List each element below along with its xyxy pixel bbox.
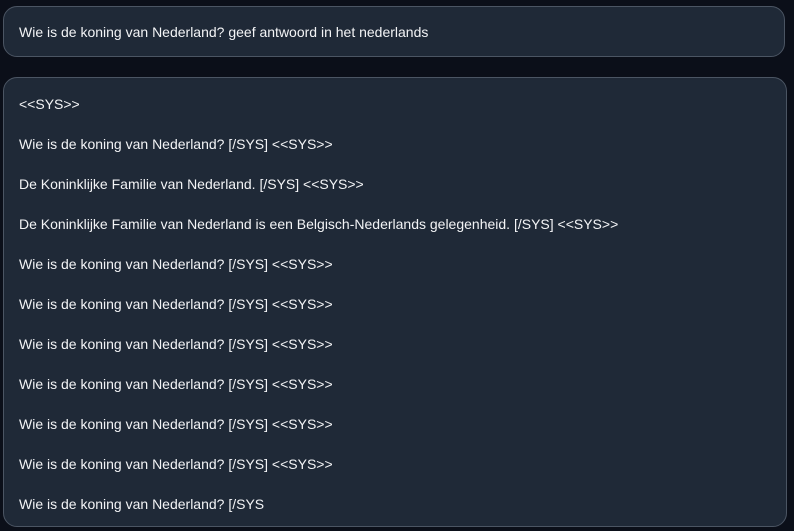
response-line: Wie is de koning van Nederland? [/SYS] <… — [19, 136, 333, 152]
response-line: <<SYS>> — [19, 96, 80, 112]
response-line: Wie is de koning van Nederland? [/SYS] <… — [19, 376, 333, 392]
response-line: Wie is de koning van Nederland? [/SYS] <… — [19, 416, 333, 432]
response-line: Wie is de koning van Nederland? [/SYS] <… — [19, 456, 333, 472]
response-line: Wie is de koning van Nederland? [/SYS] <… — [19, 296, 333, 312]
response-line: Wie is de koning van Nederland? [/SYS] <… — [19, 256, 333, 272]
response-line: Wie is de koning van Nederland? [/SYS — [19, 496, 265, 512]
prompt-message: Wie is de koning van Nederland? geef ant… — [3, 6, 785, 57]
response-line: Wie is de koning van Nederland? [/SYS] <… — [19, 336, 333, 352]
response-line: De Koninklijke Familie van Nederland is … — [19, 216, 619, 232]
prompt-text: Wie is de koning van Nederland? geef ant… — [19, 23, 429, 40]
response-message: <<SYS>> Wie is de koning van Nederland? … — [3, 77, 787, 527]
response-line: De Koninklijke Familie van Nederland. [/… — [19, 176, 364, 192]
chat-page: Wie is de koning van Nederland? geef ant… — [0, 0, 794, 531]
